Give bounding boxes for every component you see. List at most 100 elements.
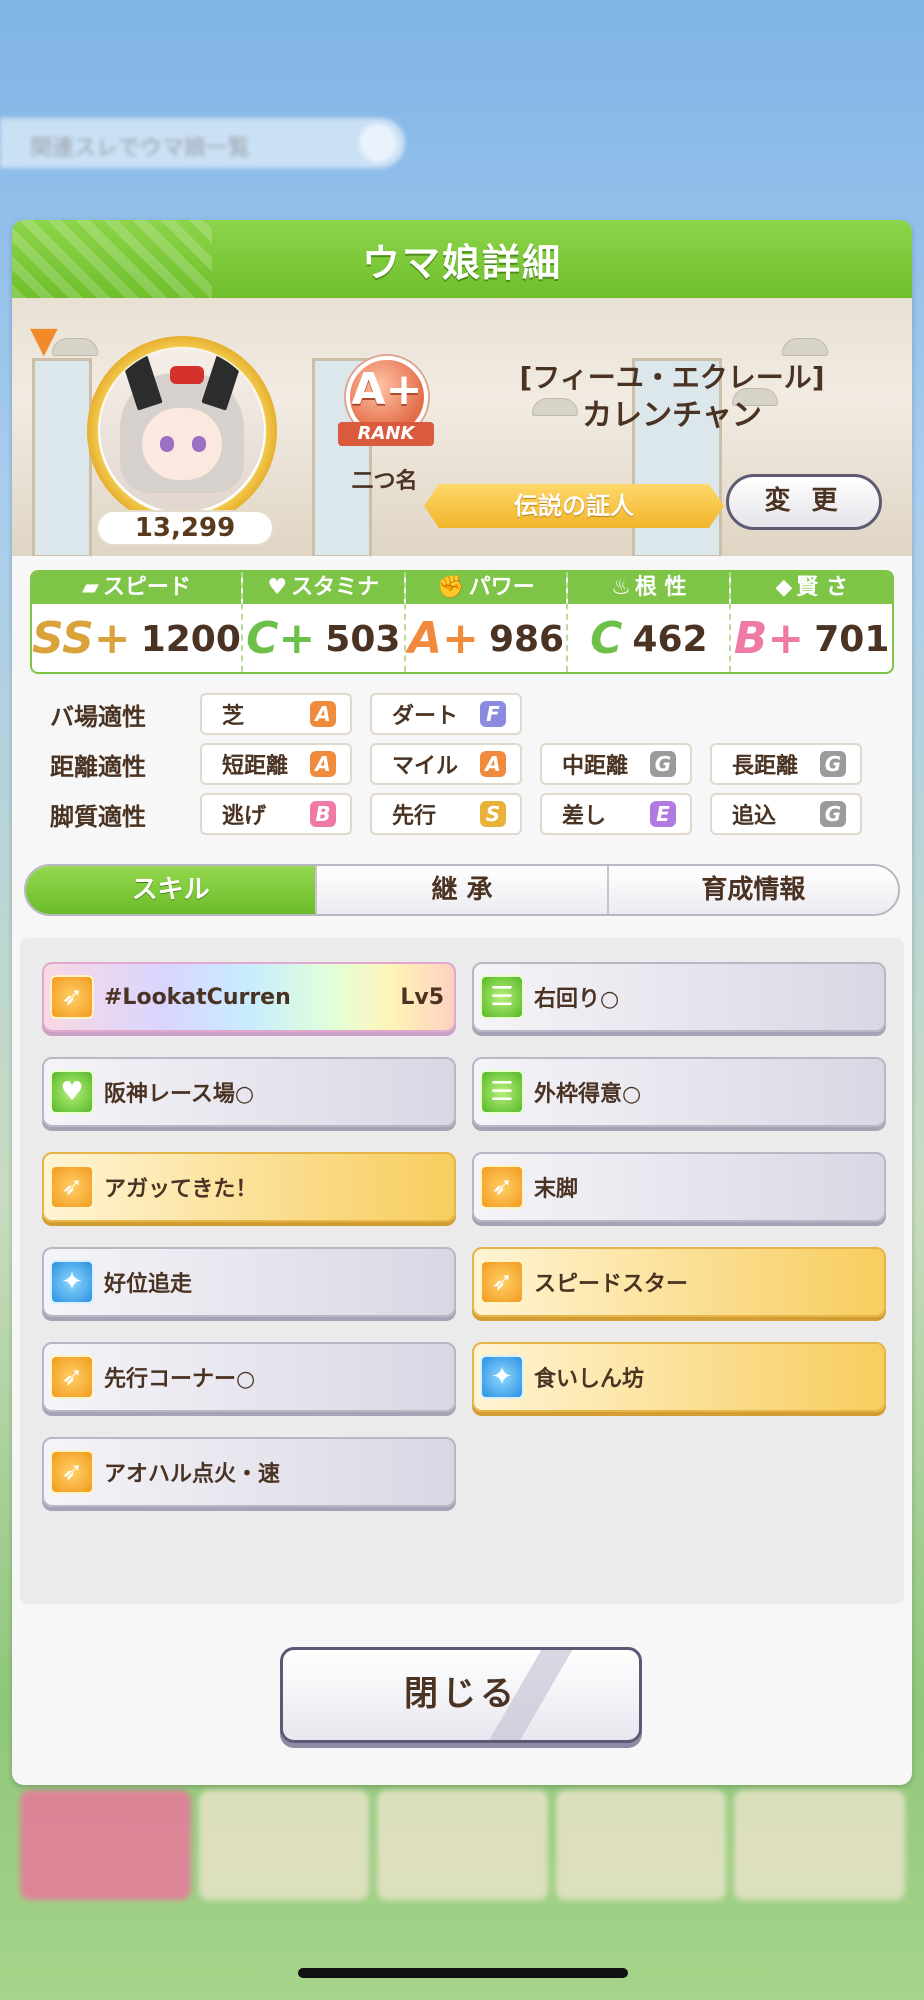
stat-row: A+ 986	[406, 604, 567, 672]
skill-item[interactable]: ✦ 好位追走	[42, 1247, 456, 1317]
rank-grade: A+	[351, 364, 423, 415]
skill-name: アオハル点火・速	[104, 1462, 281, 1487]
aptitude-name: マイル	[392, 754, 459, 779]
change-title-button[interactable]: 変 更	[726, 474, 882, 530]
stat-2: ✊ パワー A+ 986	[405, 572, 569, 672]
stat-row: B+ 701	[731, 604, 892, 672]
skill-item[interactable]: ➶ #LookatCurren Lv5	[42, 962, 456, 1032]
detail-tabs: スキル継 承育成情報	[24, 864, 900, 916]
aptitude-label: 脚質適性	[50, 802, 146, 831]
sparkle-icon: ✦	[480, 1355, 524, 1399]
aptitude-name: 長距離	[732, 754, 799, 779]
skill-name: 好位追走	[104, 1272, 193, 1297]
skill-item[interactable]: ➶ アガッてきた！	[42, 1152, 456, 1222]
aptitude-grade: A	[310, 701, 336, 727]
stat-grade: B+	[733, 613, 805, 664]
aptitude-row: 脚質適性 逃げ B 先行 S 差し E 追込 G	[50, 792, 880, 836]
stat-label-text: 根 性	[634, 575, 687, 600]
close-button[interactable]: 閉じる	[280, 1647, 642, 1743]
flame-icon: ♨	[611, 575, 631, 600]
aptitude-cell: 芝A	[200, 693, 352, 735]
aptitude-cell: 差し E	[540, 793, 692, 835]
speed-runner-icon: ➶	[50, 1450, 94, 1494]
aptitude-cell: ダート F	[370, 693, 522, 735]
shoe-icon: ▰	[81, 575, 99, 600]
profile-hero: ▼ 13,299 A+ RANK 二つ名 [フィーユ・エクレール] カレンチャン…	[12, 298, 912, 556]
aptitude-grade: S	[480, 801, 506, 827]
aptitude-grade: G	[820, 751, 846, 777]
aptitude-cell: 先行 S	[370, 793, 522, 835]
menu-tile	[734, 1790, 905, 1900]
stat-value: 1200	[140, 618, 241, 660]
lamp-decor	[52, 338, 98, 356]
skill-item[interactable]: ➶ 末脚	[472, 1152, 886, 1222]
aptitude-name: 芝	[222, 704, 245, 729]
info-icon	[359, 124, 397, 162]
rank-badge: A+ RANK	[334, 356, 434, 456]
stat-row: C 462	[568, 604, 729, 672]
skill-name: スピードスター	[534, 1272, 689, 1297]
bottom-menu-blurred	[20, 1790, 905, 1900]
stat-4: ◆ 賢 さ B+ 701	[731, 572, 892, 672]
aptitude-cell: 長距離 G	[710, 743, 862, 785]
stat-grade: A+	[408, 613, 479, 664]
home-indicator[interactable]	[298, 1968, 628, 1978]
skill-name: 末脚	[534, 1177, 579, 1202]
aptitude-cell: 中距離 G	[540, 743, 692, 785]
stats-panel: ▰ スピード SS+ 1200 ♥ スタミナ C+ 503 ✊ パワー A+ 986 ♨ 根 性 C 462 ◆…	[30, 570, 894, 674]
tab-2[interactable]: 育成情報	[609, 866, 898, 914]
menu-tile	[377, 1790, 548, 1900]
background-search-pill: 関連スレでウマ娘一覧	[0, 118, 405, 168]
stat-grade: C+	[246, 613, 316, 664]
avatar[interactable]	[100, 348, 264, 512]
aptitude-grade: A	[310, 751, 336, 777]
aptitude-name: 中距離	[562, 754, 629, 779]
aptitude-cell: マイル A	[370, 743, 522, 785]
outfit-name: [フィーユ・エクレール]	[519, 361, 825, 394]
muscle-icon: ✊	[437, 575, 465, 600]
aptitude-name: 先行	[392, 804, 437, 829]
stat-value: 701	[814, 618, 890, 660]
skill-level: Lv5	[400, 984, 444, 1010]
stat-grade: C	[590, 613, 623, 664]
skill-item[interactable]: ♥ 阪神レース場○	[42, 1057, 456, 1127]
rank-label: RANK	[338, 422, 434, 446]
speed-runner-icon: ➶	[50, 1355, 94, 1399]
skill-item[interactable]: ➶ スピードスター	[472, 1247, 886, 1317]
aptitude-label: バ場適性	[50, 702, 146, 731]
skill-item[interactable]: ☰ 右回り○	[472, 962, 886, 1032]
heart-icon: ♥	[50, 1070, 94, 1114]
carrot-icon: ▼	[30, 320, 58, 361]
course-icon: ☰	[480, 975, 524, 1019]
stat-label-text: スピード	[102, 575, 191, 600]
speed-runner-icon: ➶	[50, 1165, 94, 1209]
aptitude-name: 短距離	[222, 754, 289, 779]
aptitude-label: 距離適性	[50, 752, 146, 781]
skill-item[interactable]: ➶ アオハル点火・速	[42, 1437, 456, 1507]
tab-1[interactable]: 継 承	[317, 866, 609, 914]
stat-label-text: 賢 さ	[796, 575, 848, 600]
cap-icon: ◆	[775, 575, 793, 600]
stat-label: ♨ 根 性	[568, 572, 730, 604]
skill-name: 外枠得意○	[534, 1082, 642, 1107]
stat-1: ♥ スタミナ C+ 503	[242, 572, 406, 672]
heart-icon: ♥	[267, 575, 288, 600]
aptitude-name: 追込	[732, 804, 777, 829]
stat-value: 462	[632, 618, 708, 660]
speed-runner-icon: ➶	[50, 975, 94, 1019]
aptitude-name: 逃げ	[222, 804, 267, 829]
aptitude-name: 差し	[562, 804, 607, 829]
skill-item[interactable]: ☰ 外枠得意○	[472, 1057, 886, 1127]
skill-item[interactable]: ✦ 食いしん坊	[472, 1342, 886, 1412]
aptitude-name: ダート	[392, 704, 459, 729]
skill-name: 阪神レース場○	[104, 1082, 255, 1107]
menu-tile	[198, 1790, 370, 1900]
aptitude-grade: E	[650, 801, 676, 827]
aptitude-cell: 逃げ B	[200, 793, 352, 835]
sparkle-icon: ✦	[50, 1260, 94, 1304]
speed-runner-icon: ➶	[480, 1260, 524, 1304]
stat-grade: SS+	[32, 613, 131, 664]
skill-item[interactable]: ➶ 先行コーナー○	[42, 1342, 456, 1412]
tab-0[interactable]: スキル	[26, 866, 318, 914]
skill-name: #LookatCurren	[104, 984, 291, 1010]
